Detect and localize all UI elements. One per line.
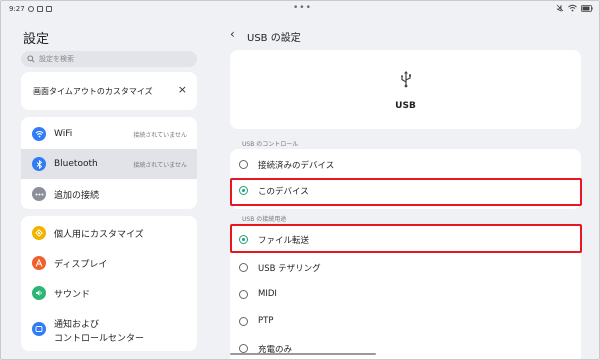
radio-button[interactable] bbox=[239, 290, 248, 299]
radio-charge-only[interactable]: 充電のみ bbox=[230, 335, 581, 359]
radio-label: PTP bbox=[258, 316, 274, 326]
search-icon bbox=[27, 55, 35, 63]
usb-usage-section-label: USB の接続用途 bbox=[242, 216, 287, 223]
radio-label: USB テザリング bbox=[258, 264, 321, 274]
search-input[interactable] bbox=[39, 55, 189, 63]
page-title: USB の設定 bbox=[247, 33, 301, 44]
usb-control-options: 接続済みのデバイス このデバイス bbox=[230, 149, 581, 209]
connections-menu: WiFi 接続されていません Bluetooth 接続されていません 追加の接続 bbox=[21, 117, 197, 209]
radio-label: MIDI bbox=[258, 289, 277, 299]
battery-icon bbox=[581, 4, 593, 12]
status-bar: 9:27 ••• bbox=[1, 1, 599, 19]
notification-icon bbox=[32, 322, 46, 336]
radio-button-selected[interactable] bbox=[239, 235, 248, 244]
window-handle-dots: ••• bbox=[293, 3, 312, 13]
mute-icon bbox=[556, 4, 564, 12]
radio-connected-device[interactable]: 接続済みのデバイス bbox=[230, 151, 581, 179]
banner-text: 画面タイムアウトのカスタマイズ bbox=[33, 87, 153, 96]
personalize-icon bbox=[32, 226, 46, 240]
wifi-status-icon bbox=[568, 4, 577, 12]
radio-ptp[interactable]: PTP bbox=[230, 308, 581, 336]
display-icon bbox=[32, 256, 46, 270]
display-menu: 個人用にカスタマイズ ディスプレイ サウンド 通知および コントロールセンター bbox=[21, 216, 197, 351]
radio-button[interactable] bbox=[239, 263, 248, 272]
close-icon[interactable]: × bbox=[178, 83, 187, 96]
radio-button[interactable] bbox=[239, 160, 248, 169]
radio-label: ファイル転送 bbox=[258, 236, 310, 246]
radio-label: このデバイス bbox=[258, 187, 309, 197]
radio-midi[interactable]: MIDI bbox=[230, 281, 581, 309]
sidebar-item-sound[interactable]: サウンド bbox=[21, 278, 197, 308]
sidebar-item-bluetooth[interactable]: Bluetooth 接続されていません bbox=[21, 149, 197, 179]
scroll-indicator bbox=[230, 353, 376, 355]
screenshot-status-icon bbox=[45, 6, 52, 12]
notification-status-icon bbox=[36, 6, 43, 12]
sound-icon bbox=[32, 286, 46, 300]
sidebar-item-label: WiFi bbox=[54, 129, 73, 139]
screen-timeout-banner[interactable]: 画面タイムアウトのカスタマイズ × bbox=[21, 72, 197, 110]
radio-label: 接続済みのデバイス bbox=[258, 161, 335, 171]
settings-title: 設定 bbox=[23, 32, 50, 47]
sidebar-item-wifi[interactable]: WiFi 接続されていません bbox=[21, 119, 197, 149]
radio-file-transfer[interactable]: ファイル転送 bbox=[230, 226, 581, 254]
radio-usb-tethering[interactable]: USB テザリング bbox=[230, 254, 581, 282]
connection-status: 接続されていません bbox=[133, 161, 187, 169]
usb-icon bbox=[401, 71, 411, 88]
back-icon[interactable]: ‹ bbox=[230, 27, 235, 41]
wifi-icon bbox=[32, 127, 46, 141]
radio-button[interactable] bbox=[239, 344, 248, 353]
sidebar-item-personalize[interactable]: 個人用にカスタマイズ bbox=[21, 218, 197, 248]
sidebar-item-label: ディスプレイ bbox=[54, 259, 108, 270]
usb-usage-options: ファイル転送 USB テザリング MIDI PTP 充電のみ bbox=[230, 224, 581, 359]
usb-control-section-label: USB のコントロール bbox=[242, 141, 299, 148]
settings-search[interactable] bbox=[21, 51, 197, 67]
settings-status-icon bbox=[27, 6, 34, 12]
sidebar-item-display[interactable]: ディスプレイ bbox=[21, 248, 197, 278]
radio-button[interactable] bbox=[239, 317, 248, 326]
sidebar-item-more-connections[interactable]: 追加の接続 bbox=[21, 179, 197, 209]
usb-info-card: USB bbox=[230, 50, 581, 129]
connection-status: 接続されていません bbox=[133, 131, 187, 139]
more-connections-icon bbox=[32, 187, 46, 201]
sidebar-item-notifications[interactable]: 通知および コントロールセンター bbox=[21, 312, 197, 346]
usb-label: USB bbox=[395, 101, 416, 111]
sidebar-item-label: Bluetooth bbox=[54, 159, 98, 169]
bluetooth-icon bbox=[32, 157, 46, 171]
tablet-screen: 9:27 ••• 設定 設定を検索 画面タイムアウトのカスタマイズ × WiFi… bbox=[0, 0, 600, 360]
status-right bbox=[556, 4, 593, 12]
status-left: 9:27 bbox=[9, 5, 52, 13]
status-time: 9:27 bbox=[9, 5, 25, 13]
sidebar-item-label-line2: コントロールセンター bbox=[54, 334, 145, 344]
radio-this-device[interactable]: このデバイス bbox=[230, 177, 581, 205]
sidebar-item-label: サウンド bbox=[54, 289, 91, 300]
sidebar-item-label: 個人用にカスタマイズ bbox=[54, 229, 144, 240]
sidebar-item-label: 通知および bbox=[54, 320, 100, 330]
radio-button-selected[interactable] bbox=[239, 186, 248, 195]
sidebar-item-label: 追加の接続 bbox=[54, 190, 100, 201]
